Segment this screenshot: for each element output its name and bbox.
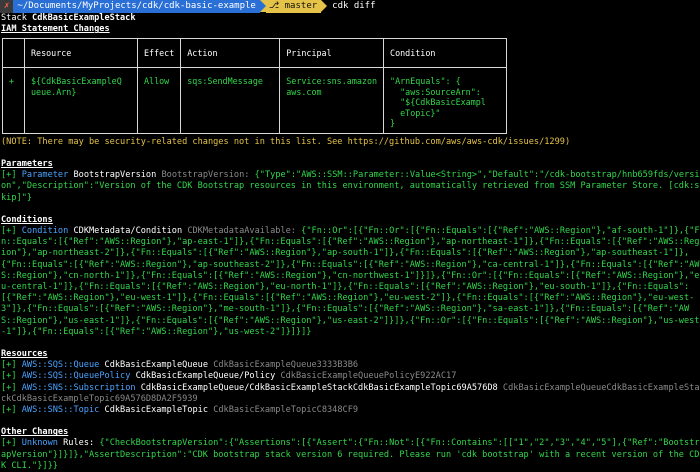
diff-output: Stack CdkBasicExampleStack IAM Statement… bbox=[1, 13, 700, 472]
terminal-window: ✗ ~/Documents/MyProjects/cdk/cdk-basic-e… bbox=[0, 0, 700, 471]
parameter-change: [+] Parameter BootstrapVersion Bootstrap… bbox=[1, 170, 700, 203]
parameters-heading: Parameters bbox=[1, 159, 53, 170]
list-item: [+] AWS::SNS::Topic CdkBasicExampleTopic… bbox=[1, 405, 359, 416]
list-item: [+] AWS::SQS::Queue CdkBasicExampleQueue… bbox=[1, 360, 359, 371]
list-item: [+] AWS::SNS::Subscription CdkBasicExamp… bbox=[1, 382, 700, 404]
header-condition: Condition bbox=[383, 38, 508, 69]
branch-name: master bbox=[284, 1, 318, 11]
header-resource: Resource bbox=[24, 38, 138, 69]
stack-name: CdkBasicExampleStack bbox=[32, 13, 136, 23]
prompt-path: ~/Documents/MyProjects/cdk/cdk-basic-exa… bbox=[13, 0, 260, 13]
list-item: [+] AWS::SQS::QueuePolicy CdkBasicExampl… bbox=[1, 371, 457, 382]
row-resource: ${CdkBasicExampleQ ueue.Arn} bbox=[24, 67, 138, 134]
header-action: Action bbox=[180, 38, 281, 69]
shell-prompt: ✗ ~/Documents/MyProjects/cdk/cdk-basic-e… bbox=[0, 0, 700, 13]
row-sign: + bbox=[2, 67, 25, 134]
row-principal: Service:sns.amazon aws.com bbox=[279, 67, 385, 134]
row-condition: "ArnEquals": { "aws:SourceArn": "${CdkBa… bbox=[383, 67, 508, 134]
row-action: sqs:SendMessage bbox=[180, 67, 281, 134]
security-note: (NOTE: There may be security-related cha… bbox=[1, 136, 571, 147]
other-change: [+] Unknown Rules: {"CheckBootstrapVersi… bbox=[1, 438, 700, 471]
branch-icon: ⎇ bbox=[268, 1, 285, 11]
iam-statement-table: Resource Effect Action Principal Conditi… bbox=[2, 38, 508, 134]
stack-line: Stack CdkBasicExampleStack bbox=[1, 13, 136, 23]
conditions-heading: Conditions bbox=[1, 214, 53, 225]
other-changes-heading: Other Changes bbox=[1, 427, 69, 438]
header-effect: Effect bbox=[136, 38, 182, 69]
table-row: + ${CdkBasicExampleQ ueue.Arn} Allow sqs… bbox=[2, 67, 508, 134]
table-header-row: Resource Effect Action Principal Conditi… bbox=[2, 38, 508, 69]
error-status-icon: ✗ bbox=[0, 0, 14, 13]
iam-heading: IAM Statement Changes bbox=[1, 24, 110, 35]
prompt-branch: ⎇ master bbox=[265, 0, 322, 13]
header-principal: Principal bbox=[279, 38, 385, 69]
row-effect: Allow bbox=[136, 67, 182, 134]
header-sign bbox=[2, 38, 25, 69]
resources-heading: Resources bbox=[1, 349, 48, 360]
command-text[interactable]: cdk diff bbox=[327, 0, 375, 13]
condition-change: [+] Condition CDKMetadata/Condition CDKM… bbox=[1, 226, 700, 337]
